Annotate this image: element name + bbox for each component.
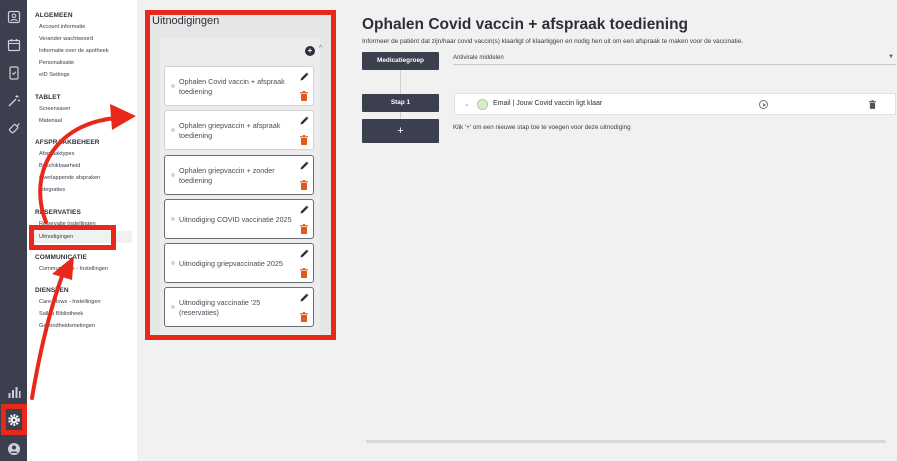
page-title: Ophalen Covid vaccin + afspraak toedieni… bbox=[362, 16, 689, 33]
gear-icon[interactable] bbox=[6, 412, 21, 427]
trash-icon[interactable] bbox=[300, 91, 308, 101]
menu-item-care-flows-instellingen[interactable]: Care Flows - Instellingen bbox=[39, 299, 131, 305]
menu-section-title: ALGEMEEN bbox=[35, 12, 73, 19]
email-type-icon bbox=[477, 99, 488, 110]
icon-rail bbox=[0, 0, 27, 461]
menu-item-uitnodigingen[interactable]: Uitnodigingen bbox=[31, 231, 132, 243]
chevron-up-icon[interactable]: ^ bbox=[319, 45, 322, 52]
drag-handle-icon[interactable] bbox=[171, 261, 175, 265]
invitation-label: Uitnodiging vaccinatie '25 (reservaties) bbox=[179, 297, 261, 318]
invitation-label: Uitnodiging COVID vaccinatie 2025 bbox=[179, 214, 292, 224]
flow-connector bbox=[400, 112, 401, 119]
invitation-card[interactable]: Uitnodiging griepvaccinatie 2025 bbox=[164, 243, 314, 283]
invitation-label: Ophalen griepvaccin + zonder toediening bbox=[179, 165, 275, 186]
step-1-button[interactable]: Stap 1 bbox=[362, 94, 439, 112]
horizontal-scrollbar[interactable] bbox=[366, 440, 886, 443]
menu-item-screensaver[interactable]: Screensaver bbox=[39, 106, 131, 112]
phone-check-icon[interactable] bbox=[6, 65, 21, 80]
pencil-icon[interactable] bbox=[299, 249, 309, 259]
menu-item-informatie-apotheek[interactable]: Informatie over de apotheek bbox=[39, 48, 131, 54]
flow-connector bbox=[400, 70, 401, 94]
pencil-icon[interactable] bbox=[299, 205, 309, 215]
pencil-icon[interactable] bbox=[299, 116, 309, 126]
menu-section-title: RESERVATIES bbox=[35, 209, 81, 216]
chevron-down-icon[interactable]: ⌄ bbox=[464, 100, 469, 108]
menu-section-title: AFSPRAAKBEHEER bbox=[35, 139, 100, 146]
drag-handle-icon[interactable] bbox=[171, 128, 175, 132]
trash-icon[interactable] bbox=[300, 135, 308, 145]
invitation-card[interactable]: Ophalen griepvaccin + afspraak toedienin… bbox=[164, 110, 314, 150]
medication-group-select[interactable]: Antivirale middelen ▼ bbox=[453, 52, 896, 65]
menu-section-title: TABLET bbox=[35, 94, 61, 101]
invitations-panel: Uitnodigingen + ^ Ophalen Covid vaccin +… bbox=[148, 12, 334, 338]
menu-item-gezondheidsmetingen[interactable]: Gezondheidsmetingen bbox=[39, 323, 131, 329]
menu-item-materiaal[interactable]: Materiaal bbox=[39, 118, 131, 124]
invitation-card[interactable]: Ophalen Covid vaccin + afspraak toedieni… bbox=[164, 66, 314, 106]
pencil-icon[interactable] bbox=[299, 72, 309, 82]
caret-down-icon: ▼ bbox=[888, 54, 894, 60]
menu-item-reservatie-instellingen[interactable]: Reservatie Instellingen bbox=[39, 221, 131, 227]
menu-item-account-informatie[interactable]: Account informatie bbox=[39, 24, 131, 30]
menu-item-verander-wachtwoord[interactable]: Verander wachtwoord bbox=[39, 36, 131, 42]
invitation-card[interactable]: Ophalen griepvaccin + zonder toediening bbox=[164, 155, 314, 195]
page-subtitle: Informeer de patiënt dat zijn/haar covid… bbox=[362, 38, 744, 45]
medicatiegroep-button[interactable]: Medicatiegroep bbox=[362, 52, 439, 70]
menu-section-title: DIENSTEN bbox=[35, 287, 69, 294]
panel-title: Uitnodigingen bbox=[152, 15, 220, 27]
menu-item-communicatie-instellingen[interactable]: Communicatie - Instellingen bbox=[39, 266, 131, 272]
trash-icon[interactable] bbox=[300, 268, 308, 278]
trash-icon[interactable] bbox=[300, 224, 308, 234]
menu-item-sallvu-bibliotheek[interactable]: Sallvu Bibliotheek bbox=[39, 311, 131, 317]
play-icon[interactable] bbox=[759, 100, 768, 109]
invitation-label: Uitnodiging griepvaccinatie 2025 bbox=[179, 258, 283, 268]
drag-handle-icon[interactable] bbox=[171, 217, 175, 221]
menu-item-afspraaktypes[interactable]: Afspraaktypes bbox=[39, 151, 131, 157]
menu-item-eid-settings[interactable]: eID Settings bbox=[39, 72, 131, 78]
drag-handle-icon[interactable] bbox=[171, 305, 175, 309]
drag-handle-icon[interactable] bbox=[171, 173, 175, 177]
trash-icon[interactable] bbox=[300, 180, 308, 190]
user-card-icon[interactable] bbox=[6, 9, 21, 24]
calendar-icon[interactable] bbox=[6, 37, 21, 52]
add-step-button[interactable]: + bbox=[362, 119, 439, 143]
pencil-icon[interactable] bbox=[299, 293, 309, 303]
menu-section-title: COMMUNICATIE bbox=[35, 254, 87, 261]
add-step-hint: Klik '+' om een nieuwe stap toe te voege… bbox=[453, 124, 631, 131]
invitation-detail: Ophalen Covid vaccin + afspraak toedieni… bbox=[350, 0, 897, 461]
add-invitation-button[interactable]: + bbox=[305, 46, 315, 56]
trash-icon[interactable] bbox=[869, 100, 876, 109]
invitation-label: Ophalen griepvaccin + afspraak toedienin… bbox=[179, 120, 281, 141]
settings-menu: ALGEMEEN Account informatie Verander wac… bbox=[27, 0, 137, 461]
step-label: Email | Jouw Covid vaccin ligt klaar bbox=[493, 100, 603, 107]
menu-item-personalisatie[interactable]: Personalisatie bbox=[39, 60, 131, 66]
syringe-icon[interactable] bbox=[6, 121, 21, 136]
magic-wand-icon[interactable] bbox=[6, 93, 21, 108]
invitation-card[interactable]: Uitnodiging vaccinatie '25 (reservaties) bbox=[164, 287, 314, 327]
menu-item-beschikbaarheid[interactable]: Beschikbaarheid bbox=[39, 163, 131, 169]
trash-icon[interactable] bbox=[300, 312, 308, 322]
invitation-label: Ophalen Covid vaccin + afspraak toedieni… bbox=[179, 76, 285, 97]
bar-chart-icon[interactable] bbox=[6, 384, 21, 399]
step-email-row[interactable]: ⌄ Email | Jouw Covid vaccin ligt klaar bbox=[454, 93, 896, 115]
pencil-icon[interactable] bbox=[299, 161, 309, 171]
menu-item-overlappende-afspraken[interactable]: Overlappende afspraken bbox=[39, 175, 131, 181]
invitation-card[interactable]: Uitnodiging COVID vaccinatie 2025 bbox=[164, 199, 314, 239]
drag-handle-icon[interactable] bbox=[171, 84, 175, 88]
menu-item-integraties[interactable]: Integraties bbox=[39, 187, 131, 193]
account-circle-icon[interactable] bbox=[6, 441, 21, 456]
select-value: Antivirale middelen bbox=[453, 55, 504, 61]
